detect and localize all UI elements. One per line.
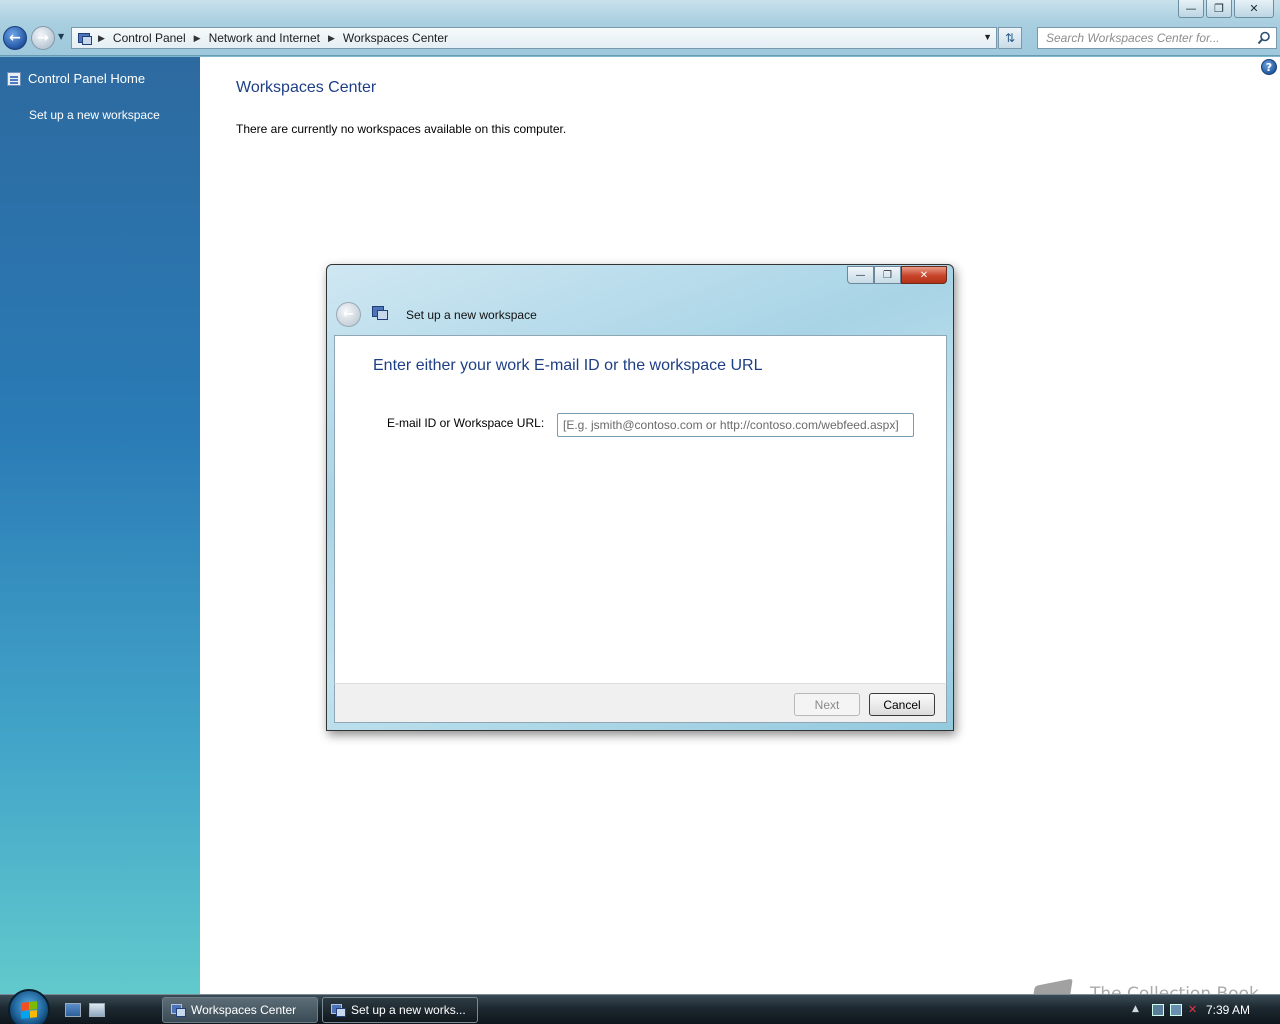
chevron-right-icon[interactable]: ▶ [98,33,105,44]
control-panel-icon [7,71,21,86]
dialog-maximize-button[interactable]: ❐ [874,266,901,284]
cancel-button[interactable]: Cancel [869,693,935,716]
explorer-toolbar: — ❐ ✕ ← → ▼ ▶ Control Panel ▶ Network an… [0,0,1280,56]
address-bar[interactable]: ▶ Control Panel ▶ Network and Internet ▶… [71,27,997,49]
task-pane: Control Panel Home Set up a new workspac… [0,57,200,994]
search-box[interactable]: Search Workspaces Center for... [1037,27,1277,49]
setup-new-workspace-link[interactable]: Set up a new workspace [29,108,160,122]
dialog-back-button[interactable]: ← [336,302,361,327]
windows-logo-icon [21,1001,37,1019]
help-icon[interactable]: ? [1261,59,1277,75]
setup-workspace-dialog: — ❐ ✕ ← Set up a new workspace Enter eit… [326,264,954,731]
minimize-button[interactable]: — [1178,0,1204,18]
chevron-up-icon[interactable]: ▲ [1132,1004,1139,1014]
control-panel-home-link[interactable]: Control Panel Home [7,71,145,86]
back-button[interactable]: ← [3,26,27,50]
forward-button[interactable]: → [31,26,55,50]
chevron-right-icon[interactable]: ▶ [194,33,201,44]
search-icon[interactable] [1257,31,1271,45]
dialog-heading: Enter either your work E-mail ID or the … [373,357,763,374]
taskbar-button-workspaces-center[interactable]: Workspaces Center [162,997,318,1023]
window-controls: — ❐ ✕ [1178,0,1274,18]
breadcrumb-control-panel[interactable]: Control Panel [113,31,186,45]
dialog-body: Enter either your work E-mail ID or the … [334,335,947,683]
taskbar: Workspaces Center Set up a new works... … [0,989,1280,1024]
workspace-app-icon [171,1004,186,1017]
forward-arrow-icon: → [37,30,49,46]
taskbar-button-label: Workspaces Center [191,1003,297,1017]
taskbar-button-setup-workspace[interactable]: Set up a new works... [322,997,478,1023]
search-placeholder: Search Workspaces Center for... [1046,31,1220,45]
chevron-down-icon[interactable]: ▼ [983,32,992,42]
workspace-url-label: E-mail ID or Workspace URL: [387,416,545,430]
clock[interactable]: 7:39 AM [1206,1003,1250,1017]
back-arrow-icon: ← [343,307,354,322]
network-icon[interactable] [1152,1004,1164,1016]
breadcrumb-network-and-internet[interactable]: Network and Internet [209,31,320,45]
chevron-right-icon[interactable]: ▶ [328,33,335,44]
control-panel-icon [78,32,92,45]
back-arrow-icon: ← [9,30,21,46]
workspace-app-icon [331,1004,346,1017]
network-status-icon[interactable] [1170,1004,1182,1016]
workspace-app-icon [372,306,388,320]
dialog-window-controls: — ❐ ✕ [847,266,947,284]
refresh-icon: ⇅ [1004,31,1016,45]
dialog-footer: Next Cancel [334,683,947,723]
start-button[interactable] [8,989,50,1024]
recent-pages-dropdown[interactable]: ▼ [58,32,64,41]
breadcrumb-workspaces-center[interactable]: Workspaces Center [343,31,448,45]
taskbar-button-label: Set up a new works... [351,1003,466,1017]
dialog-title: Set up a new workspace [406,308,537,322]
empty-state-message: There are currently no workspaces availa… [236,122,567,136]
next-button[interactable]: Next [794,693,860,716]
close-button[interactable]: ✕ [1234,0,1274,18]
system-tray: ▲ ✕ 7:39 AM [1128,995,1280,1024]
page-title: Workspaces Center [236,79,377,96]
refresh-button[interactable]: ⇅ [998,27,1022,49]
switch-windows-icon[interactable] [89,1003,105,1017]
dialog-close-button[interactable]: ✕ [901,266,947,284]
show-desktop-icon[interactable] [65,1003,81,1017]
workspace-url-input[interactable] [557,413,914,437]
volume-muted-icon[interactable]: ✕ [1188,1004,1200,1016]
control-panel-home-label: Control Panel Home [28,71,146,86]
dialog-minimize-button[interactable]: — [847,266,874,284]
maximize-button[interactable]: ❐ [1206,0,1232,18]
